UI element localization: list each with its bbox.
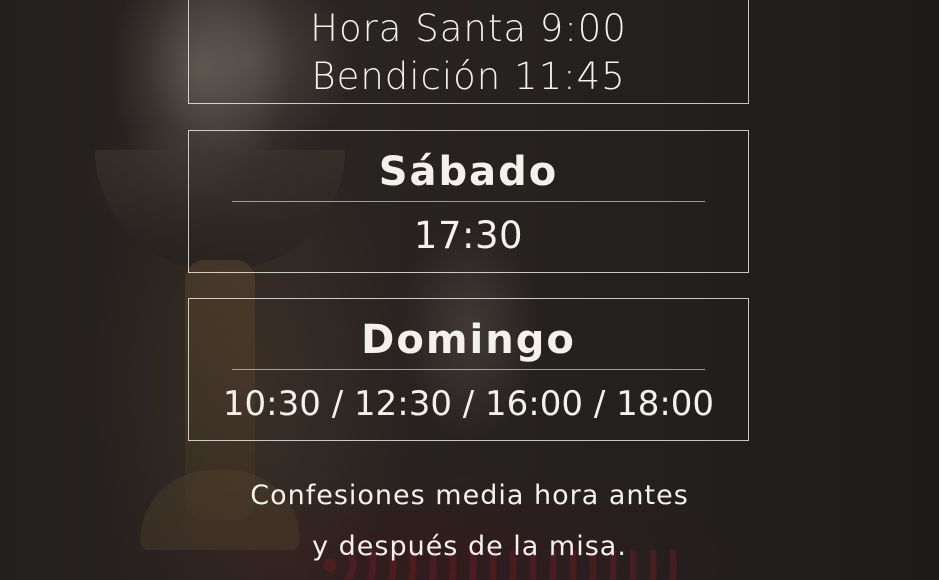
benediction-text: Bendición 11:45	[311, 55, 626, 98]
sunday-box: Domingo 10:30 / 12:30 / 16:00 / 18:00	[188, 298, 749, 441]
sunday-divider	[232, 369, 705, 370]
confession-note-line-2: y después de la misa.	[312, 531, 627, 562]
saturday-box: Sábado 17:30	[188, 130, 749, 273]
saturday-divider	[232, 201, 705, 202]
adoration-box: Hora Santa 9:00 Bendición 11:45	[188, 0, 749, 104]
schedule-panel: Hora Santa 9:00 Bendición 11:45 Sábado 1…	[0, 0, 939, 580]
holy-hour-text: Hora Santa 9:00	[310, 7, 627, 50]
sunday-times: 10:30 / 12:30 / 16:00 / 18:00	[222, 384, 715, 424]
confession-note-line-1: Confesiones media hora antes	[250, 480, 689, 511]
sunday-title: Domingo	[361, 317, 576, 363]
saturday-title: Sábado	[378, 149, 559, 195]
saturday-times: 17:30	[413, 214, 524, 257]
